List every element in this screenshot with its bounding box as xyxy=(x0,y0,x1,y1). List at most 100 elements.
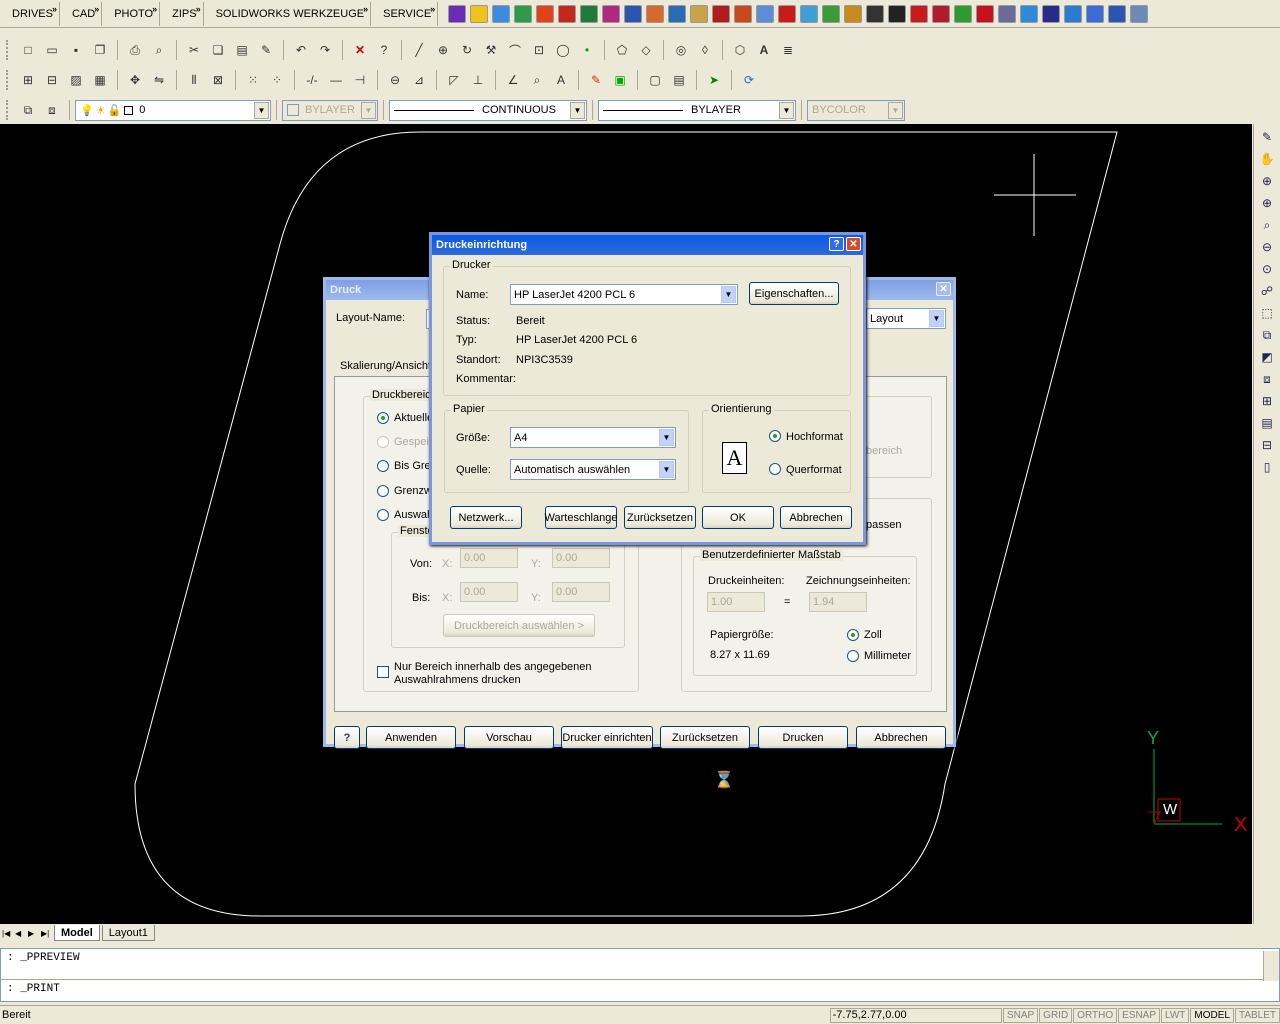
to-y-field[interactable]: 0.00 xyxy=(552,582,610,602)
app-icon[interactable] xyxy=(888,4,907,23)
app-icon[interactable] xyxy=(602,4,621,23)
landscape-radio[interactable] xyxy=(769,463,781,475)
tab-layout1[interactable]: Layout1 xyxy=(101,925,155,941)
document-icon[interactable]: ▯ xyxy=(1258,458,1276,476)
zoom-in-icon[interactable]: ⊕ xyxy=(1258,194,1276,212)
hatch-icon[interactable]: ▨ xyxy=(67,71,85,89)
angle-icon[interactable]: ∠ xyxy=(504,71,522,89)
close-icon[interactable]: ✕ xyxy=(936,282,951,296)
only-area-checkbox[interactable] xyxy=(377,666,389,678)
properties-icon[interactable]: ▤ xyxy=(670,71,688,89)
zoom-out-icon[interactable]: ⊖ xyxy=(1258,238,1276,256)
text-icon[interactable]: A xyxy=(755,41,773,59)
setup-cancel-button[interactable]: Abbrechen xyxy=(780,506,852,529)
zoom-window-icon[interactable]: ⊡ xyxy=(530,41,548,59)
app-icon[interactable] xyxy=(998,4,1017,23)
app-icon[interactable] xyxy=(976,4,995,23)
setup-reset-button[interactable]: Zurücksetzen xyxy=(624,506,696,529)
select-area-button[interactable]: Druckbereich auswählen > xyxy=(443,614,595,637)
circle-icon[interactable]: ◯ xyxy=(554,41,572,59)
app-icon[interactable] xyxy=(492,4,511,23)
paper-size-select[interactable]: A4 ▼ xyxy=(510,427,676,448)
pencil-icon[interactable]: ✎ xyxy=(587,71,605,89)
extend-icon[interactable]: — xyxy=(327,71,345,89)
frame-icon[interactable]: ▢ xyxy=(646,71,664,89)
save-icon[interactable]: ▪ xyxy=(67,41,85,59)
block-icon[interactable]: ⊞ xyxy=(19,71,37,89)
unit-inch-radio[interactable] xyxy=(847,629,859,641)
print-icon[interactable]: ⎙ xyxy=(126,41,144,59)
apply-button[interactable]: Anwenden xyxy=(366,726,456,749)
menu-solidworks[interactable]: SOLIDWORKS WERKZEUGE» xyxy=(204,1,372,26)
table-icon[interactable]: ⊟ xyxy=(1258,436,1276,454)
printer-name-select[interactable]: HP LaserJet 4200 PCL 6 ▼ xyxy=(510,284,738,305)
area-current-radio[interactable] xyxy=(377,412,389,424)
arrow-icon[interactable]: ➤ xyxy=(705,71,723,89)
word-icon[interactable] xyxy=(624,4,643,23)
toolbar-grip[interactable] xyxy=(6,100,10,120)
app-icon[interactable] xyxy=(1086,4,1105,23)
app-icon[interactable] xyxy=(844,4,863,23)
color-select[interactable]: BYLAYER ▼ xyxy=(282,99,378,121)
grid-dots-icon[interactable]: ⁙ xyxy=(244,71,262,89)
linetype-select[interactable]: CONTINUOUS ▼ xyxy=(389,99,587,121)
zoom-icon[interactable]: ⊕ xyxy=(434,41,452,59)
donut-icon[interactable]: ◎ xyxy=(672,41,690,59)
model-toggle[interactable]: MODEL xyxy=(1190,1007,1234,1023)
pdf-icon[interactable] xyxy=(712,4,731,23)
next-tab-icon[interactable]: ▶ xyxy=(28,927,39,939)
ie-icon[interactable] xyxy=(1064,4,1083,23)
help-button[interactable]: ? xyxy=(334,726,360,749)
word-icon[interactable] xyxy=(1108,4,1127,23)
print-button[interactable]: Drucken xyxy=(758,726,848,749)
zoom-window-icon[interactable]: ⌕ xyxy=(1258,216,1276,234)
layer-icon[interactable]: ▣ xyxy=(611,71,629,89)
line-icon[interactable]: ╱ xyxy=(410,41,428,59)
snap-toggle[interactable]: SNAP xyxy=(1002,1007,1039,1023)
properties-button[interactable]: Eigenschaften... xyxy=(749,282,839,305)
paste-icon[interactable]: ▤ xyxy=(233,41,251,59)
star-icon[interactable] xyxy=(470,4,489,23)
toolbar-grip[interactable] xyxy=(6,40,10,60)
area-saved-radio[interactable] xyxy=(377,436,389,448)
chamfer-icon[interactable]: ◸ xyxy=(445,71,463,89)
last-tab-icon[interactable]: ▶| xyxy=(41,927,52,939)
app-icon[interactable] xyxy=(1020,4,1039,23)
rotate-icon[interactable]: ↻ xyxy=(458,41,476,59)
prev-tab-icon[interactable]: ◀ xyxy=(15,927,26,939)
open-icon[interactable]: ▭ xyxy=(43,41,61,59)
menu-service[interactable]: SERVICE» xyxy=(371,1,439,26)
insert-icon[interactable]: ⊟ xyxy=(43,71,61,89)
shape-icon[interactable]: ◊ xyxy=(696,41,714,59)
zoom-extents-icon[interactable]: ⊙ xyxy=(1258,260,1276,278)
mtext-icon[interactable]: ≣ xyxy=(779,41,797,59)
mirror-icon[interactable]: ⇋ xyxy=(150,71,168,89)
match-properties-icon[interactable]: ✎ xyxy=(257,41,275,59)
reset-button[interactable]: Zurücksetzen xyxy=(660,726,750,749)
to-x-field[interactable]: 0.00 xyxy=(460,582,518,602)
trim-icon[interactable]: -/- xyxy=(303,71,321,89)
point-icon[interactable]: • xyxy=(578,41,596,59)
undo-icon[interactable]: ↶ xyxy=(292,41,310,59)
printer-setup-button[interactable]: Drucker einrichten xyxy=(561,726,653,749)
region-icon[interactable]: ◇ xyxy=(637,41,655,59)
tablet-toggle[interactable]: TABLET xyxy=(1234,1007,1280,1023)
coordinates-display[interactable]: -7.75,2.77,0.00 xyxy=(829,1007,1002,1023)
hand-icon[interactable]: ✋ xyxy=(1258,150,1276,168)
drawing-units-field[interactable]: 1.94 xyxy=(809,592,867,612)
redo-icon[interactable]: ↷ xyxy=(316,41,334,59)
snap-dots-icon[interactable]: ⁘ xyxy=(268,71,286,89)
grid-toggle[interactable]: GRID xyxy=(1039,1007,1073,1023)
layer-state-icon[interactable]: ⧈ xyxy=(43,101,61,119)
polygon-icon[interactable]: ⬠ xyxy=(613,41,631,59)
powerpoint-icon[interactable] xyxy=(646,4,665,23)
app-icon[interactable] xyxy=(932,4,951,23)
menu-zips[interactable]: ZIPS» xyxy=(160,1,204,26)
from-y-field[interactable]: 0.00 xyxy=(552,548,610,568)
cancel-button[interactable]: Abbrechen xyxy=(856,726,946,749)
print-preview-icon[interactable]: ⌕ xyxy=(150,41,168,59)
delete-icon[interactable]: ✕ xyxy=(351,41,369,59)
help-icon[interactable]: ? xyxy=(375,41,393,59)
view-icon[interactable]: ⬚ xyxy=(1258,304,1276,322)
pan-realtime-icon[interactable]: ✎ xyxy=(1258,128,1276,146)
